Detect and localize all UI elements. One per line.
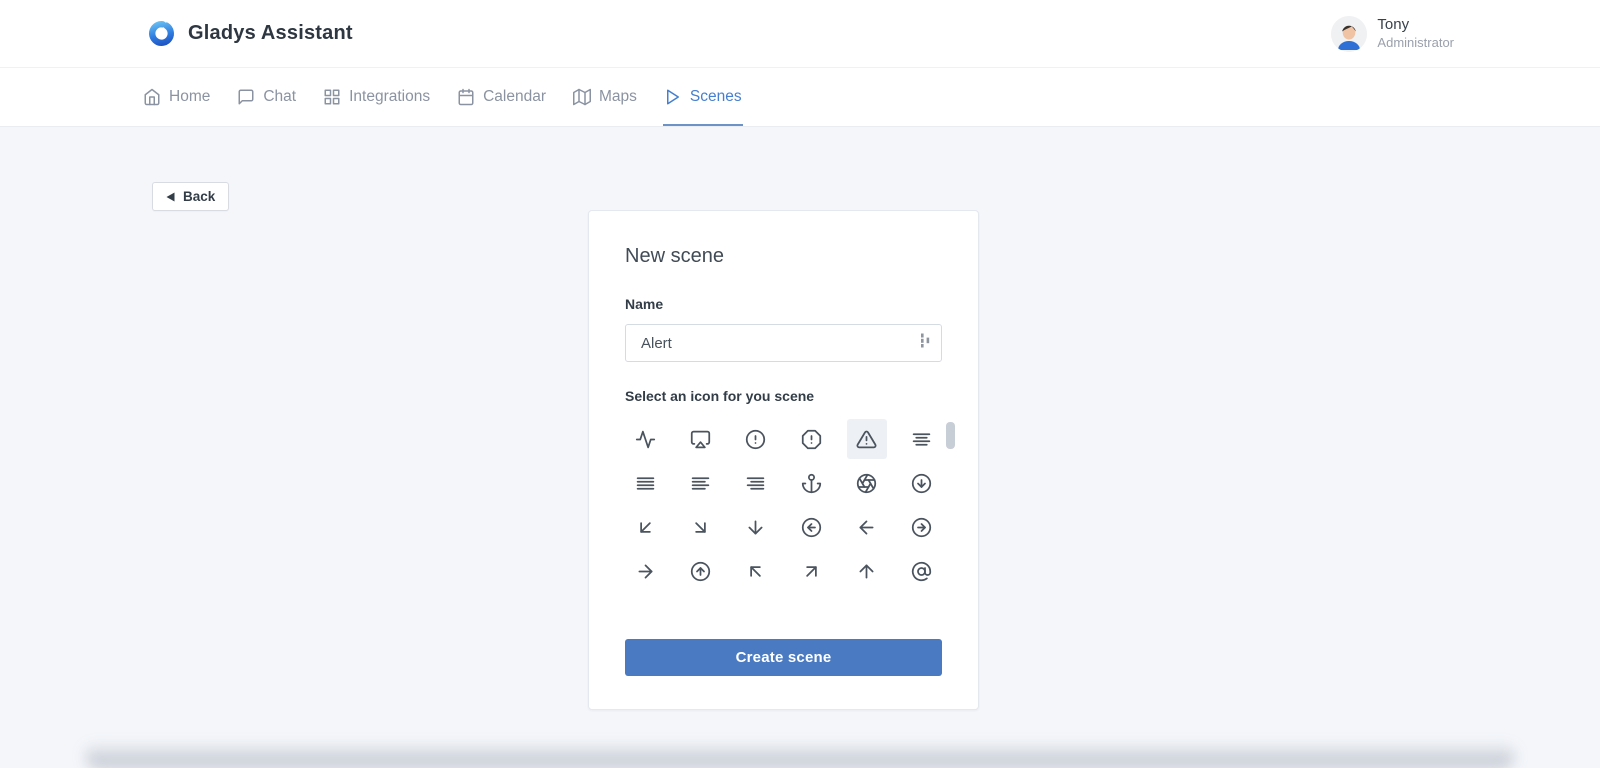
scene-icon-align-justify[interactable] bbox=[625, 463, 665, 503]
scene-icon-arrow-down-right[interactable] bbox=[680, 507, 720, 547]
nav-item-chat[interactable]: Chat bbox=[236, 68, 297, 126]
nav-item-calendar[interactable]: Calendar bbox=[456, 68, 547, 126]
align-right-icon bbox=[745, 473, 766, 494]
arrow-down-icon bbox=[745, 517, 766, 538]
airplay-icon bbox=[690, 429, 711, 450]
arrow-right-circle-icon bbox=[911, 517, 932, 538]
calendar-icon bbox=[457, 88, 475, 106]
alert-triangle-icon bbox=[856, 429, 877, 450]
scene-icon-arrow-down-circle[interactable] bbox=[902, 463, 942, 503]
main-nav: Home Chat Integrations Calendar Maps Scenes bbox=[0, 68, 1600, 127]
name-label: Name bbox=[625, 296, 942, 312]
scene-icon-anchor[interactable] bbox=[791, 463, 831, 503]
scene-icon-arrow-left-circle[interactable] bbox=[791, 507, 831, 547]
user-avatar bbox=[1331, 16, 1367, 52]
arrow-right-icon bbox=[635, 561, 656, 582]
bottom-shadow bbox=[85, 742, 1515, 768]
scene-icon-arrow-right-circle[interactable] bbox=[902, 507, 942, 547]
scene-icon-at-sign[interactable] bbox=[902, 551, 942, 591]
user-menu[interactable]: Tony Administrator bbox=[1331, 16, 1454, 52]
scene-icon-arrow-up[interactable] bbox=[847, 551, 887, 591]
user-name: Tony bbox=[1377, 16, 1454, 35]
message-square-icon bbox=[237, 88, 255, 106]
create-scene-button[interactable]: Create scene bbox=[625, 639, 942, 676]
brand: Gladys Assistant bbox=[148, 20, 353, 47]
align-center-icon bbox=[911, 429, 932, 450]
text-cursor-icon bbox=[920, 333, 931, 353]
arrow-down-circle-icon bbox=[911, 473, 932, 494]
back-arrow-icon bbox=[166, 192, 175, 202]
scene-name-field bbox=[625, 324, 942, 362]
align-justify-icon bbox=[635, 473, 656, 494]
gladys-logo-icon bbox=[148, 20, 175, 47]
scene-icon-arrow-up-circle[interactable] bbox=[680, 551, 720, 591]
play-icon bbox=[664, 88, 682, 106]
nav-item-label: Integrations bbox=[349, 88, 430, 106]
nav-item-label: Scenes bbox=[690, 88, 742, 106]
app-header: Gladys Assistant Tony Administrator bbox=[0, 0, 1600, 68]
scene-icon-airplay[interactable] bbox=[680, 419, 720, 459]
arrow-left-circle-icon bbox=[801, 517, 822, 538]
map-icon bbox=[573, 88, 591, 106]
scene-icon-alert-octagon[interactable] bbox=[791, 419, 831, 459]
anchor-icon bbox=[801, 473, 822, 494]
nav-item-label: Calendar bbox=[483, 88, 546, 106]
align-left-icon bbox=[690, 473, 711, 494]
scene-icon-align-left[interactable] bbox=[680, 463, 720, 503]
home-icon bbox=[143, 88, 161, 106]
nav-item-scenes[interactable]: Scenes bbox=[663, 68, 743, 126]
arrow-up-circle-icon bbox=[690, 561, 711, 582]
scene-icon-align-center[interactable] bbox=[902, 419, 942, 459]
scene-icon-arrow-down[interactable] bbox=[736, 507, 776, 547]
scene-icon-alert-circle[interactable] bbox=[736, 419, 776, 459]
arrow-up-left-icon bbox=[745, 561, 766, 582]
scene-icon-arrow-down-left[interactable] bbox=[625, 507, 665, 547]
scene-icon-align-right[interactable] bbox=[736, 463, 776, 503]
scene-icon-arrow-left[interactable] bbox=[847, 507, 887, 547]
nav-item-home[interactable]: Home bbox=[142, 68, 211, 126]
new-scene-card: New scene Name Select an icon for you sc… bbox=[588, 210, 979, 710]
nav-item-label: Chat bbox=[263, 88, 296, 106]
scene-icon-activity[interactable] bbox=[625, 419, 665, 459]
arrow-up-icon bbox=[856, 561, 877, 582]
nav-item-label: Maps bbox=[599, 88, 637, 106]
scene-icon-arrow-right[interactable] bbox=[625, 551, 665, 591]
aperture-icon bbox=[856, 473, 877, 494]
scene-icon-aperture[interactable] bbox=[847, 463, 887, 503]
icon-grid-scrollbar[interactable] bbox=[946, 422, 955, 449]
arrow-left-icon bbox=[856, 517, 877, 538]
scene-icon-alert-triangle[interactable] bbox=[847, 419, 887, 459]
icon-section-label: Select an icon for you scene bbox=[625, 388, 942, 404]
scene-icon-arrow-up-right[interactable] bbox=[791, 551, 831, 591]
user-role: Administrator bbox=[1377, 35, 1454, 51]
alert-octagon-icon bbox=[801, 429, 822, 450]
arrow-down-left-icon bbox=[635, 517, 656, 538]
nav-item-maps[interactable]: Maps bbox=[572, 68, 638, 126]
at-sign-icon bbox=[911, 561, 932, 582]
back-button[interactable]: Back bbox=[152, 182, 229, 211]
scene-icon-arrow-up-left[interactable] bbox=[736, 551, 776, 591]
activity-icon bbox=[635, 429, 656, 450]
arrow-up-right-icon bbox=[801, 561, 822, 582]
alert-circle-icon bbox=[745, 429, 766, 450]
scene-name-input[interactable] bbox=[626, 325, 941, 361]
app-title: Gladys Assistant bbox=[188, 22, 353, 45]
nav-item-integrations[interactable]: Integrations bbox=[322, 68, 431, 126]
arrow-down-right-icon bbox=[690, 517, 711, 538]
grid-icon bbox=[323, 88, 341, 106]
card-title: New scene bbox=[625, 245, 942, 268]
nav-item-label: Home bbox=[169, 88, 210, 106]
icon-picker bbox=[625, 419, 942, 615]
